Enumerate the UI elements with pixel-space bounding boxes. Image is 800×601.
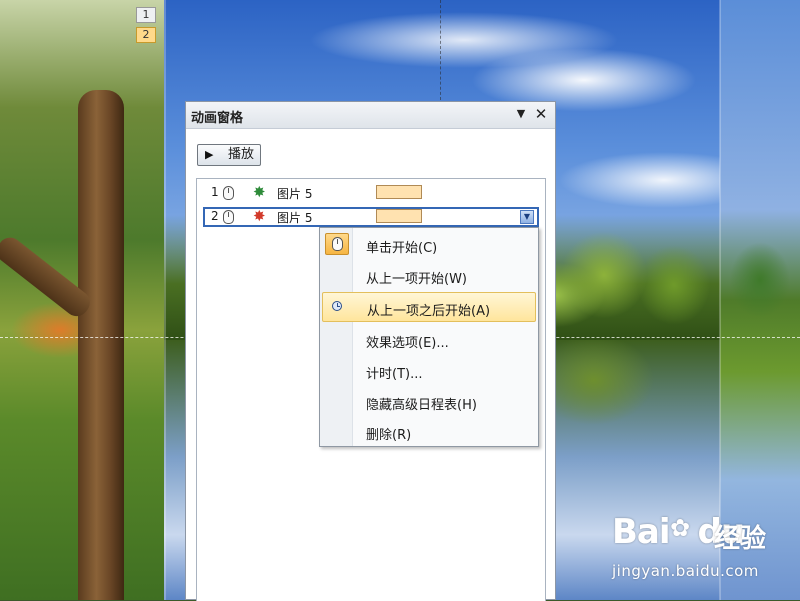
- slide-tree-photo: [0, 0, 164, 600]
- play-button-label: 播放: [228, 147, 255, 162]
- menu-item-label: 隐藏高级日程表(H): [366, 398, 477, 413]
- menu-item-label: 删除(R): [366, 428, 412, 443]
- timing-bar[interactable]: [376, 209, 422, 223]
- menu-item-start-on-click[interactable]: 单击开始(C): [322, 230, 536, 260]
- pane-header: 动画窗格 ▼ ✕: [186, 102, 555, 129]
- menu-item-label: 从上一项之后开始(A): [367, 304, 491, 319]
- slide-divider: [719, 0, 721, 600]
- menu-item-start-with-previous[interactable]: 从上一项开始(W): [322, 261, 536, 291]
- clock-icon: [332, 301, 342, 311]
- watermark-product: 经验: [714, 524, 767, 554]
- item-dropdown-chevron-icon[interactable]: ▼: [520, 210, 534, 224]
- animation-item-name: 图片 5: [277, 187, 313, 201]
- vertical-guide-line: [440, 0, 441, 100]
- paw-icon: ✿: [670, 514, 691, 542]
- menu-item-label: 效果选项(E)...: [366, 336, 449, 351]
- animation-item-2[interactable]: 2 ✸ 图片 5 ▼: [203, 207, 539, 227]
- animation-item-number: 1: [211, 185, 219, 199]
- menu-item-hide-advanced-timeline[interactable]: 隐藏高级日程表(H): [322, 387, 536, 417]
- slide-divider: [164, 0, 166, 600]
- mouse-click-icon: [223, 210, 234, 224]
- red-star-icon: ✸: [253, 207, 266, 225]
- play-button[interactable]: ▶ 播放: [197, 144, 261, 166]
- animation-context-menu: 单击开始(C) 从上一项开始(W) 从上一项之后开始(A) 效果选项(E)...…: [319, 227, 539, 447]
- tree-trunk: [78, 90, 124, 600]
- menu-item-label: 计时(T)...: [366, 367, 423, 382]
- mouse-click-icon: [223, 186, 234, 200]
- menu-item-label: 单击开始(C): [366, 241, 438, 256]
- animation-order-badge-2[interactable]: 2: [136, 27, 156, 43]
- timing-bar[interactable]: [376, 185, 422, 199]
- mouse-icon: [332, 237, 343, 251]
- slide-right-photo: [720, 0, 800, 600]
- animation-item-name: 图片 5: [277, 211, 313, 225]
- green-star-icon: ✸: [253, 183, 266, 201]
- pane-options-chevron-icon[interactable]: ▼: [513, 106, 529, 122]
- menu-item-remove[interactable]: 删除(R): [322, 417, 536, 447]
- pane-close-icon[interactable]: ✕: [533, 105, 549, 123]
- watermark-url: jingyan.baidu.com: [612, 562, 759, 580]
- menu-item-start-after-previous[interactable]: 从上一项之后开始(A): [322, 292, 536, 322]
- menu-item-effect-options[interactable]: 效果选项(E)...: [322, 325, 536, 355]
- baidu-jingyan-watermark: Bai du ✿ 经验 jingyan.baidu.com: [612, 512, 792, 582]
- animation-item-1[interactable]: 1 ✸ 图片 5: [203, 183, 539, 203]
- animation-item-number: 2: [211, 209, 219, 223]
- mouse-click-icon: [325, 233, 349, 255]
- play-icon: ▶: [205, 148, 214, 161]
- animation-order-badge-1[interactable]: 1: [136, 7, 156, 23]
- menu-item-label: 从上一项开始(W): [366, 272, 467, 287]
- menu-item-timing[interactable]: 计时(T)...: [322, 356, 536, 386]
- pane-title: 动画窗格: [191, 111, 244, 126]
